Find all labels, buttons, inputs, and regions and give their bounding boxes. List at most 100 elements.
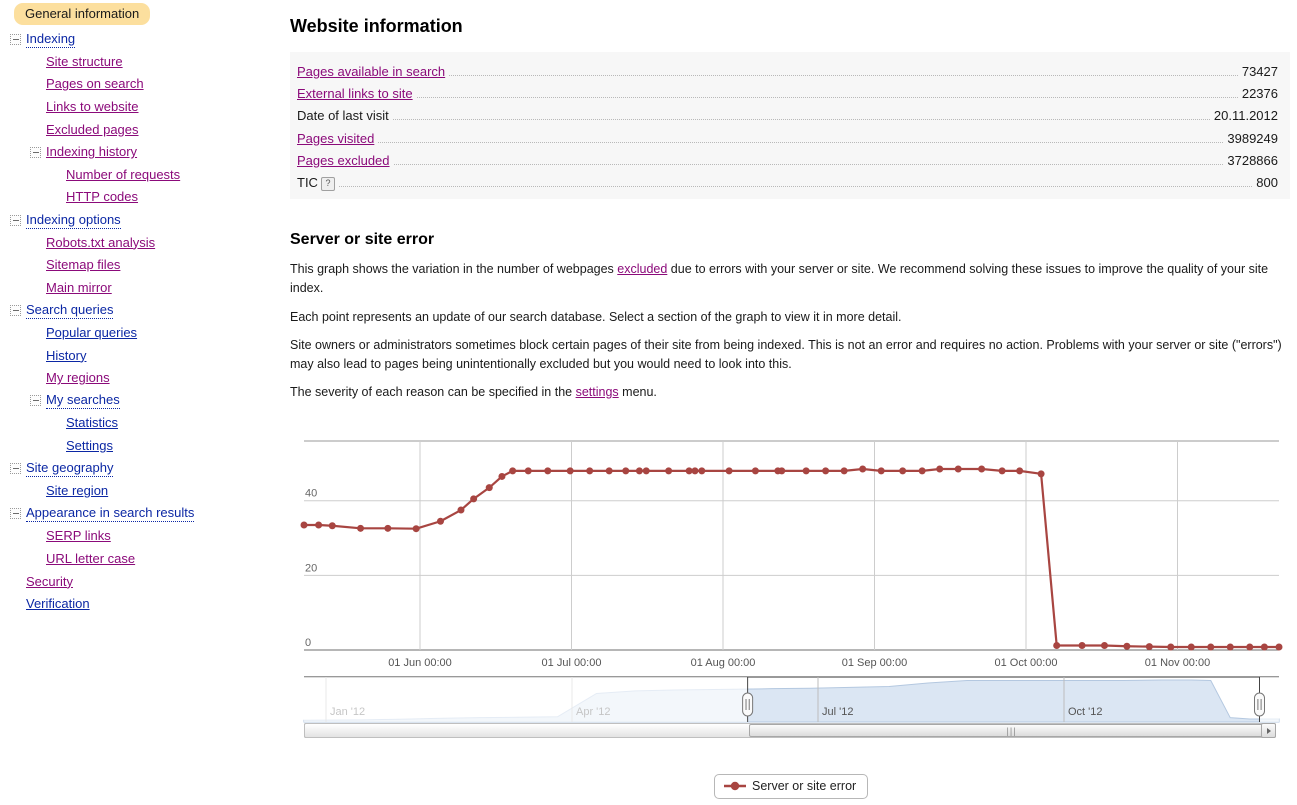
navigator-handle-left[interactable] <box>742 692 754 717</box>
series-point[interactable] <box>412 525 420 533</box>
series-point[interactable] <box>1123 642 1131 650</box>
series-point[interactable] <box>899 467 907 475</box>
series-point[interactable] <box>954 465 962 473</box>
series-point[interactable] <box>998 467 1006 475</box>
sidebar-item-main-mirror[interactable]: Main mirror <box>0 277 288 300</box>
sidebar-item-label[interactable]: URL letter case <box>46 551 135 567</box>
series-point[interactable] <box>315 521 323 529</box>
series-point[interactable] <box>457 506 465 514</box>
chart-legend-item[interactable]: Server or site error <box>714 774 869 799</box>
series-point[interactable] <box>698 467 706 475</box>
info-row-link[interactable]: Pages excluded <box>297 153 390 168</box>
sidebar-item-popular-queries[interactable]: Popular queries <box>0 322 288 345</box>
series-point[interactable] <box>751 467 759 475</box>
series-point[interactable] <box>524 467 532 475</box>
sidebar-item-label[interactable]: Site region <box>46 483 108 499</box>
server-or-site-error-chart[interactable]: 0 20 40 01 Jun 00:00 01 Jul 00:00 01 Aug 00:0… <box>290 430 1290 805</box>
sidebar-item-number-of-requests[interactable]: Number of requests <box>0 164 288 187</box>
sidebar-item-label[interactable]: Verification <box>26 596 90 612</box>
series-point[interactable] <box>778 467 786 475</box>
series-point[interactable] <box>357 524 365 532</box>
series-point[interactable] <box>840 467 848 475</box>
series-point[interactable] <box>1037 470 1045 478</box>
info-row-link[interactable]: External links to site <box>297 86 413 101</box>
sidebar-item-label[interactable]: My searches <box>46 392 120 410</box>
series-point[interactable] <box>1226 643 1234 651</box>
series-point[interactable] <box>566 467 574 475</box>
series-point[interactable] <box>1053 642 1061 650</box>
sidebar-item-label[interactable]: Excluded pages <box>46 122 139 138</box>
sidebar-item-my-regions[interactable]: My regions <box>0 367 288 390</box>
sidebar-item-label[interactable]: Links to website <box>46 99 139 115</box>
series-point[interactable] <box>1078 642 1086 650</box>
sidebar-item-site-structure[interactable]: Site structure <box>0 51 288 74</box>
sidebar-item-label[interactable]: Robots.txt analysis <box>46 235 155 251</box>
sidebar-item-history[interactable]: History <box>0 344 288 367</box>
series-point[interactable] <box>1275 643 1283 651</box>
collapse-minus-icon[interactable] <box>10 214 21 226</box>
sidebar-item-indexing[interactable]: Indexing <box>0 28 288 51</box>
sidebar-item-label[interactable]: Pages on search <box>46 76 144 92</box>
series-point[interactable] <box>1145 643 1153 651</box>
collapse-minus-icon[interactable] <box>30 146 41 158</box>
series-point[interactable] <box>470 495 478 503</box>
sidebar-item-label[interactable]: Main mirror <box>46 280 112 296</box>
series-point[interactable] <box>384 524 392 532</box>
help-question-icon[interactable]: ? <box>320 176 335 191</box>
series-point[interactable] <box>1207 643 1215 651</box>
series-point[interactable] <box>509 467 517 475</box>
series-point[interactable] <box>877 467 885 475</box>
sidebar-item-label[interactable]: Number of requests <box>66 167 180 183</box>
sidebar-item-serp-links[interactable]: SERP links <box>0 525 288 548</box>
collapse-minus-icon[interactable] <box>30 395 41 407</box>
series-point[interactable] <box>605 467 613 475</box>
series-point[interactable] <box>544 467 552 475</box>
series-point[interactable] <box>300 521 308 529</box>
sidebar-item-site-region[interactable]: Site region <box>0 480 288 503</box>
chart-svg[interactable]: 0 20 40 01 Jun 00:00 01 Jul 00:00 01 Aug 00:0… <box>290 430 1290 740</box>
collapse-minus-icon[interactable] <box>10 304 21 316</box>
sidebar-item-label[interactable]: History <box>46 348 86 364</box>
sidebar-item-site-geography[interactable]: Site geography <box>0 457 288 480</box>
sidebar-item-links-to-website[interactable]: Links to website <box>0 96 288 119</box>
sidebar-item-label[interactable]: Indexing <box>26 31 76 48</box>
collapse-minus-icon[interactable] <box>10 508 21 520</box>
sidebar-item-search-queries[interactable]: Search queries <box>0 299 288 322</box>
navigator-handle-right[interactable] <box>1254 692 1265 717</box>
series-point[interactable] <box>642 467 650 475</box>
series-point[interactable] <box>1100 642 1108 650</box>
sidebar-item-my-searches[interactable]: My searches <box>0 390 288 413</box>
sidebar-item-general-information[interactable]: General information <box>0 0 288 28</box>
sidebar-item-indexing-options[interactable]: Indexing options <box>0 209 288 232</box>
sidebar-item-pages-on-search[interactable]: Pages on search <box>0 73 288 96</box>
sidebar-item-robots-txt-analysis[interactable]: Robots.txt analysis <box>0 231 288 254</box>
sidebar-item-indexing-history[interactable]: Indexing history <box>0 141 288 164</box>
series-point[interactable] <box>622 467 630 475</box>
sidebar-item-sitemap-files[interactable]: Sitemap files <box>0 254 288 277</box>
sidebar-item-label[interactable]: Indexing options <box>26 212 121 229</box>
sidebar-item-label[interactable]: Search queries <box>26 302 114 319</box>
sidebar-item-label[interactable]: Site geography <box>26 460 114 478</box>
sidebar-item-label[interactable]: Appearance in search results <box>26 505 195 523</box>
info-row-link[interactable]: Pages visited <box>297 131 374 146</box>
collapse-minus-icon[interactable] <box>10 463 21 475</box>
sidebar-item-label[interactable]: My regions <box>46 370 110 386</box>
sidebar-item-label[interactable]: HTTP codes <box>66 189 138 205</box>
series-point[interactable] <box>978 465 986 473</box>
series-point[interactable] <box>691 467 699 475</box>
info-row-link[interactable]: Pages available in search <box>297 64 445 79</box>
sidebar-item-label[interactable]: Site structure <box>46 54 123 70</box>
series-point[interactable] <box>859 465 867 473</box>
series-point[interactable] <box>498 472 506 480</box>
scrollbar-thumb[interactable]: ||| <box>748 724 1275 737</box>
sidebar-item-label[interactable]: Popular queries <box>46 325 137 341</box>
sidebar-item-http-codes[interactable]: HTTP codes <box>0 186 288 209</box>
series-point[interactable] <box>1246 643 1254 651</box>
series-point[interactable] <box>1187 643 1195 651</box>
series-point[interactable] <box>635 467 643 475</box>
series-point[interactable] <box>328 522 336 530</box>
series-point[interactable] <box>725 467 733 475</box>
sidebar-item-settings[interactable]: Settings <box>0 435 288 458</box>
scrollbar-right-arrow[interactable] <box>1261 723 1276 738</box>
sidebar-item-label[interactable]: Settings <box>66 438 113 454</box>
